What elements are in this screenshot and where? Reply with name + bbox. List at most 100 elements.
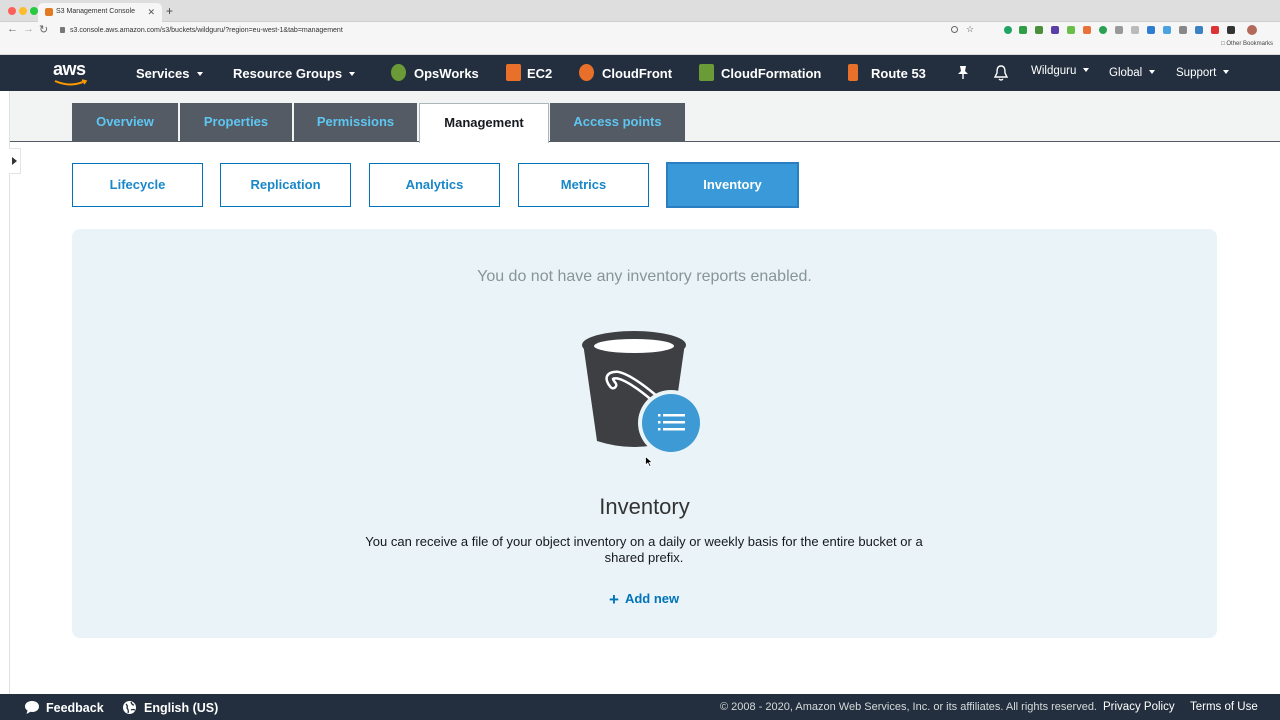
minimize-window-button[interactable] (19, 7, 27, 15)
subtab-analytics[interactable]: Analytics (369, 163, 500, 207)
tab-access-points[interactable]: Access points (550, 103, 685, 141)
extension-icon[interactable] (1083, 26, 1091, 34)
opsworks-icon (391, 64, 406, 81)
chevron-down-icon (1149, 70, 1156, 74)
browser-toolbar: ← → ↻ s3.console.aws.amazon.com/s3/bucke… (0, 22, 1280, 55)
extension-icon[interactable] (1147, 26, 1155, 34)
browser-tab[interactable]: S3 Management Console ✕ (38, 3, 162, 22)
support-menu[interactable]: Support (1176, 67, 1230, 79)
plus-icon: + (609, 590, 619, 609)
shortcut-cloudformation[interactable]: CloudFormation (721, 66, 821, 81)
back-icon[interactable]: ← (7, 23, 18, 35)
lock-icon (60, 27, 65, 33)
terms-of-use-link[interactable]: Terms of Use (1190, 701, 1258, 713)
maximize-window-button[interactable] (30, 7, 38, 15)
new-tab-button[interactable]: + (166, 4, 173, 18)
resource-groups-label: Resource Groups (233, 66, 343, 81)
bucket-tabs: Overview Properties Permissions Manageme… (10, 91, 1280, 143)
speech-bubble-icon (25, 701, 39, 714)
aws-top-nav: aws Services Resource Groups OpsWorks EC… (0, 55, 1280, 91)
resource-groups-menu[interactable]: Resource Groups (233, 66, 356, 81)
extension-icon[interactable] (1115, 26, 1123, 34)
shortcut-cloudfront[interactable]: CloudFront (602, 66, 672, 81)
region-label: Global (1109, 67, 1143, 79)
left-rail-divider (9, 91, 10, 694)
bookmark-star-icon[interactable]: ☆ (966, 24, 974, 35)
privacy-policy-link[interactable]: Privacy Policy (1103, 701, 1175, 713)
browser-tab-title: S3 Management Console (56, 8, 135, 15)
subtab-replication[interactable]: Replication (220, 163, 351, 207)
extension-icon[interactable] (1051, 26, 1059, 34)
services-menu[interactable]: Services (136, 66, 203, 81)
chevron-down-icon (1223, 70, 1230, 74)
profile-avatar-icon[interactable] (1247, 25, 1257, 35)
add-new-label: Add new (624, 591, 680, 606)
extension-icon[interactable] (1131, 26, 1139, 34)
tab-permissions[interactable]: Permissions (294, 103, 417, 141)
language-label: English (US) (144, 701, 219, 715)
aws-logo[interactable]: aws (53, 59, 91, 87)
extension-icon[interactable] (1163, 26, 1171, 34)
tab-overview[interactable]: Overview (72, 103, 178, 141)
feedback-label: Feedback (46, 701, 104, 715)
reload-icon[interactable]: ↻ (39, 23, 48, 36)
aws-smile-icon (54, 79, 88, 86)
aws-favicon-icon (45, 8, 53, 16)
chevron-down-icon (196, 72, 203, 76)
expand-sidebar-toggle[interactable] (9, 148, 21, 174)
chevron-right-icon (12, 157, 17, 165)
region-menu[interactable]: Global (1109, 67, 1156, 79)
subtab-lifecycle[interactable]: Lifecycle (72, 163, 203, 207)
cloudfront-icon (579, 64, 594, 81)
aws-logo-text: aws (53, 59, 86, 79)
route53-icon (848, 64, 858, 81)
extension-icon[interactable] (1035, 26, 1043, 34)
ec2-icon (506, 64, 521, 81)
bucket-inventory-icon (582, 331, 704, 455)
chevron-down-icon (1083, 68, 1090, 72)
extension-icon[interactable] (1019, 26, 1027, 34)
extension-icon[interactable] (1179, 26, 1187, 34)
extension-icon[interactable] (1099, 26, 1107, 34)
bell-icon[interactable] (993, 64, 1009, 82)
shortcut-route53[interactable]: Route 53 (871, 66, 926, 81)
mouse-cursor-icon (645, 456, 653, 467)
extension-icon[interactable] (1195, 26, 1203, 34)
globe-icon (123, 701, 136, 714)
browser-tab-strip: S3 Management Console ✕ + (0, 0, 1280, 22)
other-bookmarks-folder[interactable]: □ Other Bookmarks (1221, 41, 1273, 47)
empty-message: You do not have any inventory reports en… (477, 268, 812, 285)
chevron-down-icon (349, 72, 356, 76)
close-tab-icon[interactable]: ✕ (147, 7, 155, 18)
extension-icon[interactable] (1004, 26, 1012, 34)
shortcut-ec2[interactable]: EC2 (527, 66, 552, 81)
extension-icon[interactable] (1211, 26, 1219, 34)
tab-properties[interactable]: Properties (180, 103, 292, 141)
support-label: Support (1176, 67, 1217, 79)
address-bar[interactable]: s3.console.aws.amazon.com/s3/buckets/wil… (56, 24, 986, 38)
subtab-metrics[interactable]: Metrics (518, 163, 649, 207)
close-window-button[interactable] (8, 7, 16, 15)
shortcut-opsworks[interactable]: OpsWorks (414, 66, 479, 81)
feedback-button[interactable]: Feedback (24, 700, 104, 715)
add-new-button[interactable]: + Add new (609, 590, 679, 610)
zoom-icon[interactable] (951, 26, 958, 33)
other-bookmarks-label: Other Bookmarks (1226, 41, 1273, 47)
console-footer: Feedback English (US) © 2008 - 2020, Ama… (0, 694, 1280, 720)
extension-icon[interactable] (1227, 26, 1235, 34)
account-label: Wildguru (1031, 65, 1077, 77)
cloudformation-icon (699, 64, 714, 81)
tab-management[interactable]: Management (419, 103, 549, 143)
services-label: Services (136, 66, 190, 81)
forward-icon[interactable]: → (23, 23, 34, 35)
panel-title: Inventory (599, 494, 690, 519)
copyright-text: © 2008 - 2020, Amazon Web Services, Inc.… (720, 701, 1097, 713)
url-text: s3.console.aws.amazon.com/s3/buckets/wil… (70, 27, 343, 34)
language-selector[interactable]: English (US) (122, 700, 218, 715)
account-menu[interactable]: Wildguru (1031, 65, 1090, 77)
panel-description: You can receive a file of your object in… (365, 534, 923, 565)
subtab-inventory[interactable]: Inventory (667, 163, 798, 207)
extension-icon[interactable] (1067, 26, 1075, 34)
inventory-empty-state: You do not have any inventory reports en… (72, 229, 1217, 638)
pin-icon[interactable] (956, 65, 970, 81)
